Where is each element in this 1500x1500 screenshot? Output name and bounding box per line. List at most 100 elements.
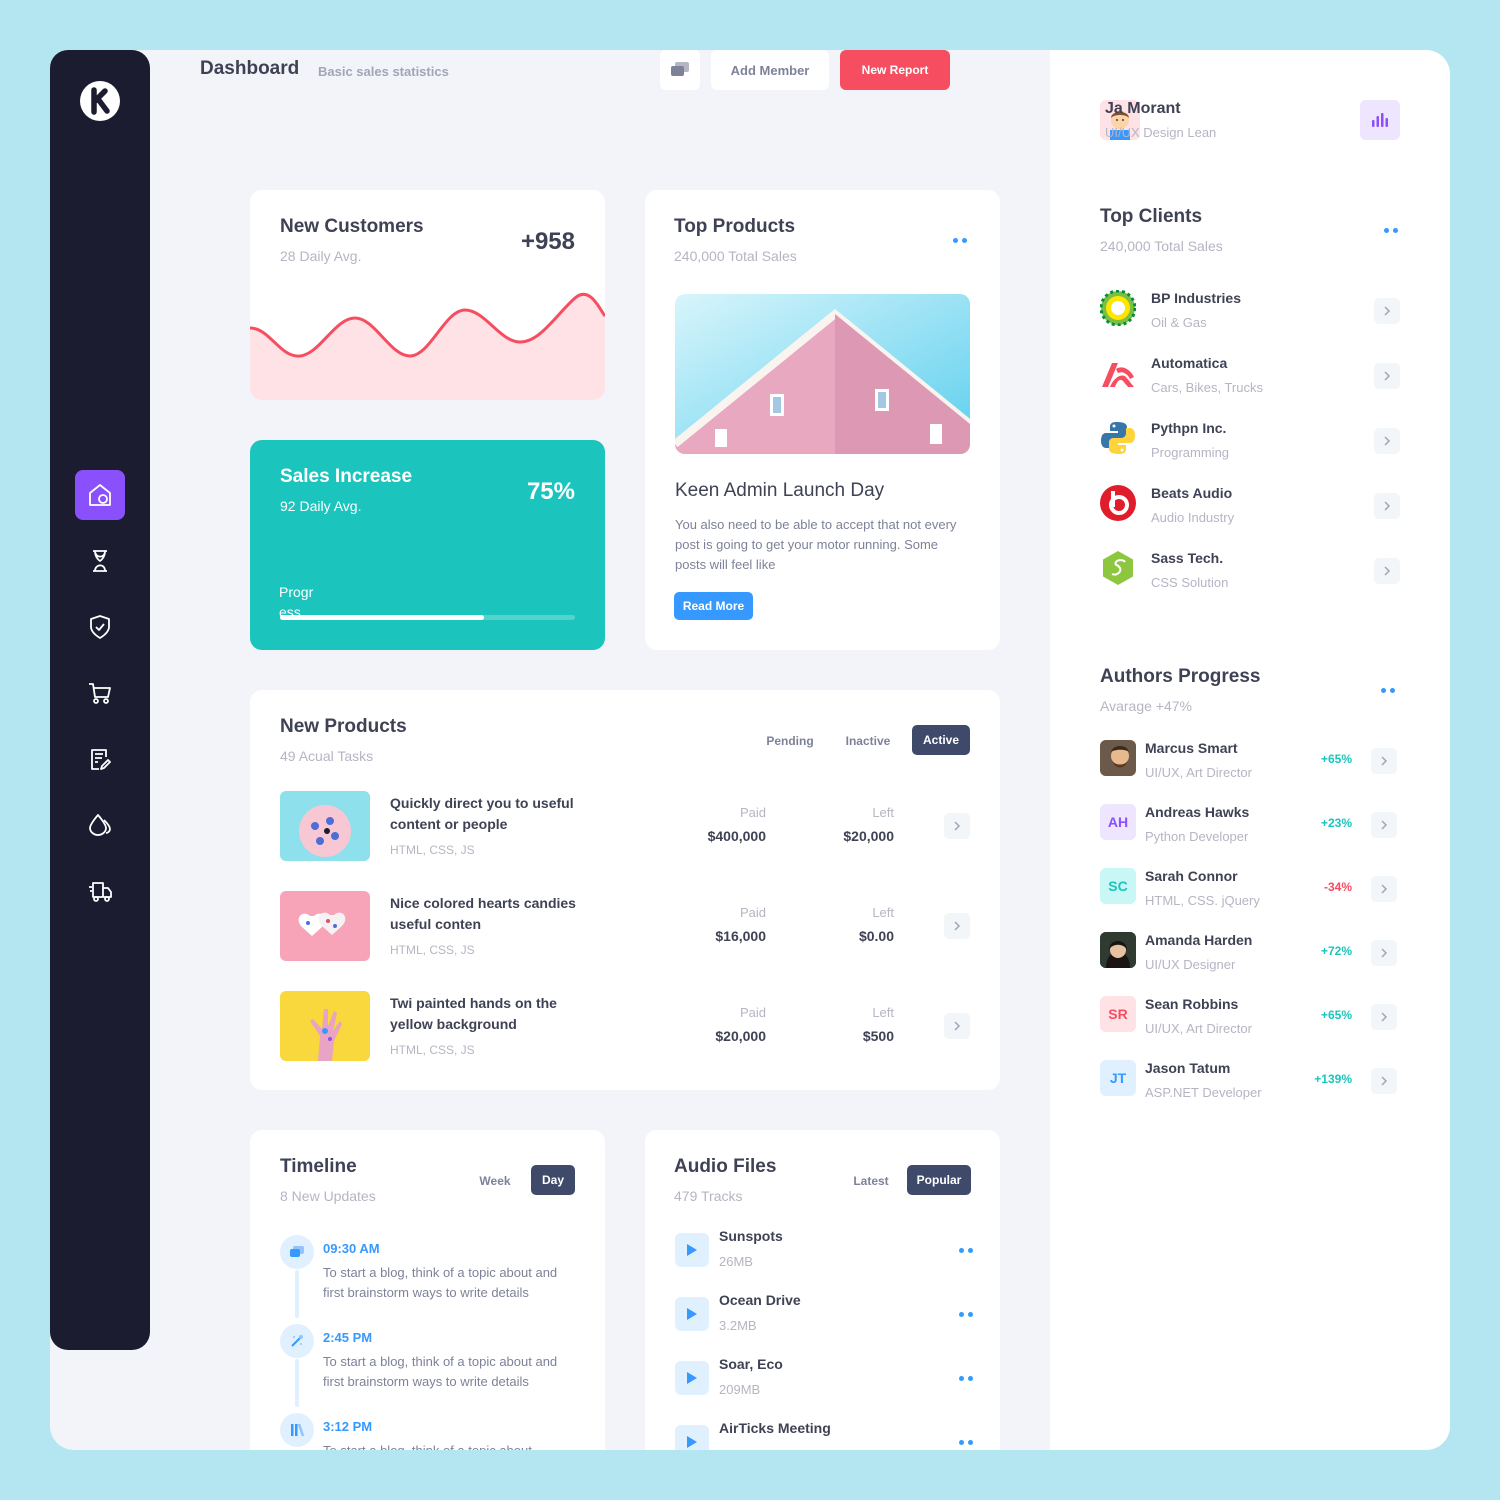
chevron-right-icon [1381, 948, 1388, 958]
nav-security[interactable] [75, 602, 125, 652]
tab-pending[interactable]: Pending [755, 726, 825, 756]
author-row[interactable]: SC Sarah Connor HTML, CSS. jQuery -34% [1100, 868, 1400, 918]
author-row[interactable]: AH Andreas Hawks Python Developer +23% [1100, 804, 1400, 854]
row-arrow-button[interactable] [944, 1013, 970, 1039]
product-name: Nice colored hearts candies useful conte… [390, 895, 576, 932]
nav-home[interactable] [75, 470, 125, 520]
track-menu[interactable] [959, 1312, 973, 1317]
tab-inactive[interactable]: Inactive [833, 726, 903, 756]
track-menu[interactable] [959, 1248, 973, 1253]
document-edit-icon [91, 749, 111, 770]
author-name: Amanda Harden [1145, 932, 1253, 948]
new-products-title: New Products [280, 716, 407, 737]
track-menu[interactable] [959, 1440, 973, 1445]
authors-title: Authors Progress [1100, 666, 1261, 687]
client-name: Beats Audio [1151, 485, 1233, 501]
client-arrow-button[interactable] [1374, 493, 1400, 519]
author-row[interactable]: JT Jason Tatum ASP.NET Developer +139% [1100, 1060, 1400, 1110]
author-percent: +72% [1320, 944, 1352, 958]
paid-label: Paid [739, 805, 766, 820]
logo-icon[interactable] [79, 80, 121, 122]
nav-drops[interactable] [75, 800, 125, 850]
client-arrow-button[interactable] [1374, 558, 1400, 584]
new-report-button[interactable]: New Report [840, 50, 950, 90]
client-arrow-button[interactable] [1374, 298, 1400, 324]
cart-icon [89, 683, 111, 704]
author-arrow-button[interactable] [1371, 748, 1397, 774]
tab-latest[interactable]: Latest [843, 1166, 899, 1196]
tab-day[interactable]: Day [531, 1165, 575, 1195]
automatica-logo-icon [1100, 355, 1136, 391]
author-percent: +65% [1320, 752, 1352, 766]
client-name: BP Industries [1151, 290, 1241, 306]
author-arrow-button[interactable] [1371, 876, 1397, 902]
author-arrow-button[interactable] [1371, 812, 1397, 838]
audio-track[interactable]: Sunspots 26MB [675, 1228, 975, 1278]
tab-active[interactable]: Active [912, 725, 970, 755]
read-more-button[interactable]: Read More [674, 592, 753, 620]
chevron-right-icon [954, 921, 961, 931]
chevron-right-icon [1384, 306, 1391, 316]
client-row[interactable]: Sass Tech. CSS Solution [1100, 550, 1400, 600]
truck-icon [89, 882, 112, 902]
play-button[interactable] [675, 1361, 709, 1395]
timeline-card: Timeline 8 New Updates Week Day 09:30 AM… [250, 1130, 605, 1450]
author-role: UI/UX, Art Director [1145, 1021, 1252, 1036]
top-products-menu[interactable] [953, 238, 967, 243]
new-customers-subtitle: 28 Daily Avg. [280, 248, 362, 264]
nav-delivery[interactable] [75, 866, 125, 916]
product-tags: HTML, CSS, JS [390, 843, 475, 857]
stats-button[interactable] [1360, 100, 1400, 140]
author-arrow-button[interactable] [1371, 1004, 1397, 1030]
add-member-button[interactable]: Add Member [711, 50, 829, 90]
nav-documents[interactable] [75, 734, 125, 784]
nav-hourglass[interactable] [75, 536, 125, 586]
product-row[interactable]: Nice colored hearts candies useful conte… [280, 891, 970, 961]
play-button[interactable] [675, 1425, 709, 1450]
client-row[interactable]: Automatica Cars, Bikes, Trucks [1100, 355, 1400, 405]
chat-button[interactable] [660, 50, 700, 90]
client-desc: Oil & Gas [1151, 315, 1207, 330]
audio-track[interactable]: AirTicks Meeting [675, 1420, 975, 1450]
author-row[interactable]: Amanda Harden UI/UX Designer +72% [1100, 932, 1400, 982]
author-row[interactable]: Marcus Smart UI/UX, Art Director +65% [1100, 740, 1400, 790]
author-arrow-button[interactable] [1371, 940, 1397, 966]
author-arrow-button[interactable] [1371, 1068, 1397, 1094]
product-row[interactable]: Quickly direct you to useful content or … [280, 791, 970, 861]
product-thumbnail [280, 791, 370, 861]
client-row[interactable]: Pythpn Inc. Programming [1100, 420, 1400, 470]
play-button[interactable] [675, 1297, 709, 1331]
timeline-text: To start a blog, think of a topic about … [323, 1354, 558, 1389]
client-desc: CSS Solution [1151, 575, 1229, 590]
play-button[interactable] [675, 1233, 709, 1267]
product-row[interactable]: Twi painted hands on the yellow backgrou… [280, 991, 970, 1061]
client-arrow-button[interactable] [1374, 428, 1400, 454]
python-logo-icon [1100, 420, 1136, 456]
chevron-right-icon [1381, 756, 1388, 766]
audio-track[interactable]: Soar, Eco 209MB [675, 1356, 975, 1406]
row-arrow-button[interactable] [944, 913, 970, 939]
client-row[interactable]: Beats Audio Audio Industry [1100, 485, 1400, 535]
paid-label: Paid [739, 1005, 766, 1020]
track-name: AirTicks Meeting [719, 1420, 831, 1436]
new-customers-card: New Customers 28 Daily Avg. +958 [250, 190, 605, 400]
top-clients-menu[interactable] [1384, 228, 1398, 233]
authors-menu[interactable] [1381, 688, 1395, 693]
client-name: Automatica [1151, 355, 1228, 371]
tab-popular[interactable]: Popular [907, 1165, 971, 1195]
nav-cart[interactable] [75, 668, 125, 718]
beats-logo-icon [1100, 485, 1136, 521]
audio-files-subtitle: 479 Tracks [674, 1188, 743, 1204]
chat-icon [280, 1235, 314, 1269]
profile-role: UI/UX Design Lean [1105, 125, 1217, 140]
track-menu[interactable] [959, 1376, 973, 1381]
audio-track[interactable]: Ocean Drive 3.2MB [675, 1292, 975, 1342]
client-desc: Audio Industry [1151, 510, 1235, 525]
client-row[interactable]: BP Industries Oil & Gas [1100, 290, 1400, 340]
author-name: Marcus Smart [1145, 740, 1238, 756]
client-arrow-button[interactable] [1374, 363, 1400, 389]
top-clients-subtitle: 240,000 Total Sales [1100, 238, 1223, 254]
author-row[interactable]: SR Sean Robbins UI/UX, Art Director +65% [1100, 996, 1400, 1046]
row-arrow-button[interactable] [944, 813, 970, 839]
tab-week[interactable]: Week [470, 1166, 520, 1196]
